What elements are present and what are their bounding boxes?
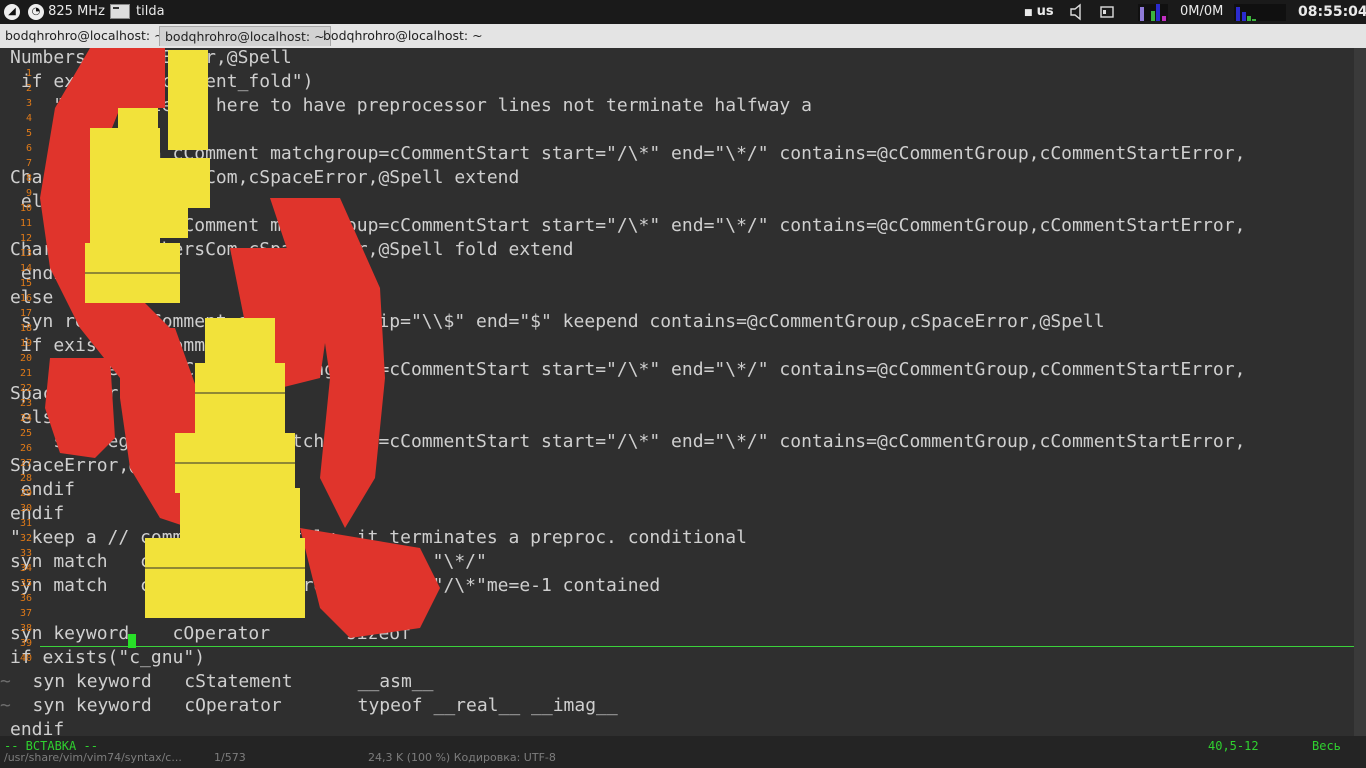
line-number: 24 [19,413,32,424]
line-number: 1 [25,68,32,79]
cpu-freq-widget[interactable]: ◔ 825 MHz [28,0,105,24]
editor-line-text: if exists("c_gnu") [10,647,206,668]
terminal-tab-3[interactable]: bodqhrohro@localhost: ~ [318,26,488,46]
app-menu-icon[interactable]: ◢ [4,0,20,24]
line-number: 18 [19,323,32,334]
editor-line: ~ syn keyword cStatement __asm__ [0,670,433,694]
line-number: 20 [19,353,32,364]
line-number: 8 [25,173,32,184]
cpu-freq-label: 825 MHz [48,4,105,19]
line-number: 30 [19,503,32,514]
line-number: 36 [19,593,32,604]
line-number: 29 [19,488,32,499]
rainbow-paren-overlay [40,48,440,638]
line-number: 13 [19,248,32,259]
line-number: 33 [19,548,32,559]
line-number: 37 [19,608,32,619]
tilde-marker: ~ [0,671,11,692]
line-number: 34 [19,563,32,574]
terminal-tab-1[interactable]: bodqhrohro@localhost: ~ [0,26,170,46]
line-number: 17 [19,308,32,319]
line-number: 35 [19,578,32,589]
line-number: 23 [19,398,32,409]
line-number: 7 [25,158,32,169]
volume-icon[interactable] [1068,0,1086,24]
line-number: 12 [19,233,32,244]
tab-bar: bodqhrohro@localhost: ~ bodqhrohro@local… [0,24,1366,49]
line-number: 21 [19,368,32,379]
scroll-position: Весь [1312,739,1341,753]
line-number: 40 [19,653,32,664]
line-number: 5 [25,128,32,139]
line-number: 3 [25,98,32,109]
line-number: 4 [25,113,32,124]
line-number: 2 [25,83,32,94]
line-number: 32 [19,533,32,544]
line-number: 27 [19,458,32,469]
line-number: 28 [19,473,32,484]
terminal-view[interactable]: Numbers,cSpaceError,@Spell if exists("c_… [0,48,1354,736]
net-graph [1234,4,1286,21]
terminal-tab-2[interactable]: bodqhrohro@localhost: ~ [159,26,331,46]
file-path: /usr/share/vim/vim74/syntax/c... [4,751,182,764]
keyboard-layout-label: us [1036,4,1054,19]
scrollbar[interactable] [1354,48,1366,736]
line-number: 39 [19,638,32,649]
editor-line: if exists("c_gnu") [10,646,205,670]
editor-line: endif [10,718,64,736]
net-speed-label: 0M/0M [1180,4,1224,19]
line-number: 10 [19,203,32,214]
line-number: 22 [19,383,32,394]
line-number: 38 [19,623,32,634]
editor-line-text: syn keyword cStatement __asm__ [10,671,434,692]
tilde-marker: ~ [0,695,11,716]
cursorline [40,646,1354,647]
taskbar-item-tilda[interactable]: tilda [110,0,165,24]
line-number: 9 [25,188,32,199]
line-number: 14 [19,263,32,274]
line-number: 6 [25,143,32,154]
terminal-icon [110,4,130,19]
vim-statusline: -- ВСТАВКА -- 40,5-12 Весь /usr/share/vi… [0,736,1366,768]
clock[interactable]: 08:55:04 [1298,0,1366,24]
line-number: 11 [19,218,32,229]
file-info: 24,3 K (100 %) Кодировка: UTF-8 [368,751,556,764]
editor-line: ~ syn keyword cOperator typeof __real__ … [0,694,618,718]
editor-line-text: endif [10,719,65,736]
text-cursor [128,634,136,648]
line-number: 25 [19,428,32,439]
keyboard-layout[interactable]: ■ us [1024,0,1054,24]
cursor-position: 40,5-12 [1208,739,1259,753]
line-number: 31 [19,518,32,529]
line-number: 26 [19,443,32,454]
file-lines: 1/573 [214,751,246,764]
cpu-graph [1138,4,1168,21]
editor-line-text: syn keyword cOperator typeof __real__ __… [10,695,618,716]
taskbar-item-label: tilda [136,4,165,19]
line-number: 16 [19,293,32,304]
line-number: 15 [19,278,32,289]
line-number: 19 [19,338,32,349]
window-icon[interactable] [1099,0,1115,24]
top-panel: ◢ ◔ 825 MHz tilda ■ us 0M/0M 08:55:04 [0,0,1366,24]
gauge-icon: ◔ [28,3,44,20]
